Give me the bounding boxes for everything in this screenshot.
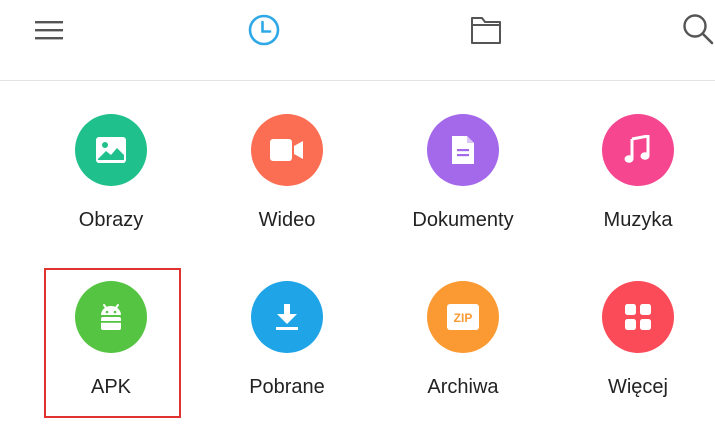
- category-documents[interactable]: Dokumenty: [383, 111, 543, 261]
- video-icon: [270, 139, 303, 161]
- more-circle: [602, 281, 674, 353]
- category-archives[interactable]: ZIP Archiwa: [383, 278, 543, 428]
- category-label: Pobrane: [249, 376, 325, 398]
- category-label: Wideo: [258, 209, 316, 231]
- zip-icon: ZIP: [447, 304, 479, 330]
- menu-icon: [35, 21, 63, 40]
- archives-circle: ZIP: [427, 281, 499, 353]
- category-label: Archiwa: [427, 376, 499, 398]
- music-circle: [602, 114, 674, 186]
- apk-circle: [75, 281, 147, 353]
- category-label: Muzyka: [603, 209, 673, 231]
- category-label: Więcej: [607, 376, 668, 398]
- search-icon: [683, 14, 714, 45]
- document-icon: [452, 136, 474, 164]
- category-label: Dokumenty: [412, 209, 514, 231]
- clock-icon: [248, 14, 280, 46]
- android-icon: [101, 304, 121, 330]
- folder-icon: [471, 17, 501, 44]
- images-circle: [75, 114, 147, 186]
- grid-icon: [625, 304, 651, 330]
- top-toolbar: [0, 0, 715, 81]
- category-music[interactable]: Muzyka: [558, 111, 715, 261]
- category-apk[interactable]: APK: [31, 278, 191, 428]
- folder-tab[interactable]: [464, 8, 508, 52]
- video-circle: [251, 114, 323, 186]
- category-downloads[interactable]: Pobrane: [207, 278, 367, 428]
- category-images[interactable]: Obrazy: [31, 111, 191, 261]
- menu-button[interactable]: [27, 8, 71, 52]
- download-icon: [276, 304, 298, 330]
- music-icon: [624, 135, 650, 163]
- documents-circle: [427, 114, 499, 186]
- search-button[interactable]: [676, 8, 715, 52]
- category-label: APK: [90, 376, 132, 398]
- category-label: Obrazy: [78, 209, 144, 231]
- recent-tab[interactable]: [242, 8, 286, 52]
- category-more[interactable]: Więcej: [558, 278, 715, 428]
- downloads-circle: [251, 281, 323, 353]
- category-video[interactable]: Wideo: [207, 111, 367, 261]
- image-icon: [96, 137, 126, 163]
- svg-text:ZIP: ZIP: [454, 311, 473, 325]
